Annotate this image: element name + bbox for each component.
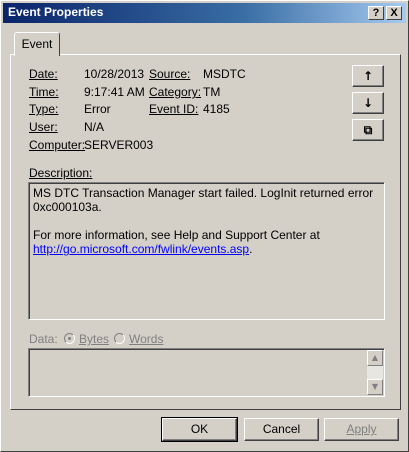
user-value: N/A bbox=[84, 120, 105, 134]
copy-icon: ⧉ bbox=[363, 123, 373, 137]
close-icon: X bbox=[390, 7, 398, 19]
event-tab-panel: Date: 10/28/2013 Time: 9:17:41 AM Type: … bbox=[10, 54, 401, 410]
arrow-down-icon: ↓ bbox=[362, 96, 374, 110]
description-line-1: MS DTC Transaction Manager start failed.… bbox=[33, 186, 374, 214]
user-label: User: bbox=[29, 120, 58, 134]
tab-event[interactable]: Event bbox=[14, 32, 60, 56]
description-label: Description: bbox=[29, 166, 93, 180]
source-label: Source: bbox=[149, 67, 191, 81]
event-properties-window: Event Properties ? X Event Date: 10/28/2… bbox=[0, 0, 409, 452]
tab-event-label: Event bbox=[21, 37, 53, 51]
arrow-up-icon: ↑ bbox=[362, 69, 374, 83]
category-label: Category: bbox=[149, 85, 202, 99]
description-text: MS DTC Transaction Manager start failed.… bbox=[33, 186, 380, 256]
bytes-radio[interactable] bbox=[64, 333, 75, 344]
time-label: Time: bbox=[29, 85, 59, 99]
event-id-value: 4185 bbox=[203, 102, 230, 116]
ok-button[interactable]: OK bbox=[161, 417, 238, 442]
previous-event-button[interactable]: ↑ bbox=[352, 65, 384, 87]
words-radio-label: Words bbox=[129, 332, 164, 346]
type-value: Error bbox=[84, 102, 111, 116]
bytes-radio-label: Bytes bbox=[79, 332, 110, 346]
event-id-label: Event ID: bbox=[149, 102, 199, 116]
computer-value: SERVER003 bbox=[84, 138, 154, 152]
help-icon: ? bbox=[372, 7, 380, 19]
cancel-button[interactable]: Cancel bbox=[244, 418, 319, 441]
description-line-2: For more information, see Help and Suppo… bbox=[33, 228, 320, 256]
window-title: Event Properties bbox=[8, 5, 104, 19]
category-value: TM bbox=[203, 85, 221, 99]
data-label: Data: bbox=[29, 332, 58, 346]
close-button[interactable]: X bbox=[386, 6, 402, 20]
data-scrollbar[interactable]: ▲ ▼ bbox=[367, 350, 383, 395]
date-label: Date: bbox=[29, 67, 58, 81]
words-radio[interactable] bbox=[114, 333, 125, 344]
help-button[interactable]: ? bbox=[368, 6, 384, 20]
source-value: MSDTC bbox=[203, 67, 246, 81]
help-link[interactable]: http://go.microsoft.com/fwlink/events.as… bbox=[33, 242, 249, 256]
date-value: 10/28/2013 bbox=[84, 67, 145, 81]
scroll-down-button[interactable]: ▼ bbox=[367, 379, 383, 395]
type-label: Type: bbox=[29, 102, 59, 116]
apply-button[interactable]: Apply bbox=[324, 418, 399, 441]
computer-label: Computer: bbox=[29, 138, 86, 152]
next-event-button[interactable]: ↓ bbox=[352, 92, 384, 114]
copy-button[interactable]: ⧉ bbox=[352, 119, 384, 141]
time-value: 9:17:41 AM bbox=[84, 85, 145, 99]
description-box[interactable]: MS DTC Transaction Manager start failed.… bbox=[28, 182, 385, 320]
data-box[interactable]: ▲ ▼ bbox=[28, 348, 385, 397]
title-bar[interactable]: Event Properties ? X bbox=[3, 3, 406, 23]
scroll-up-button[interactable]: ▲ bbox=[367, 350, 383, 366]
